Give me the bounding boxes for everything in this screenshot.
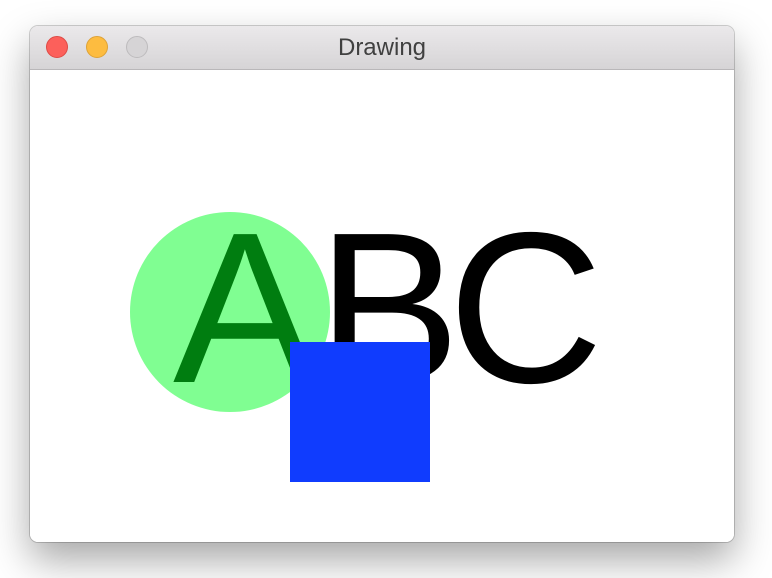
blue-square [290, 342, 430, 482]
title-bar[interactable]: Drawing [30, 26, 734, 70]
drawing-surface: A B C [130, 187, 603, 482]
drawing-canvas: A B C [30, 70, 734, 542]
window-title: Drawing [337, 34, 427, 61]
letter-c: C [448, 187, 603, 428]
app-window: Drawing A B C [30, 26, 734, 542]
